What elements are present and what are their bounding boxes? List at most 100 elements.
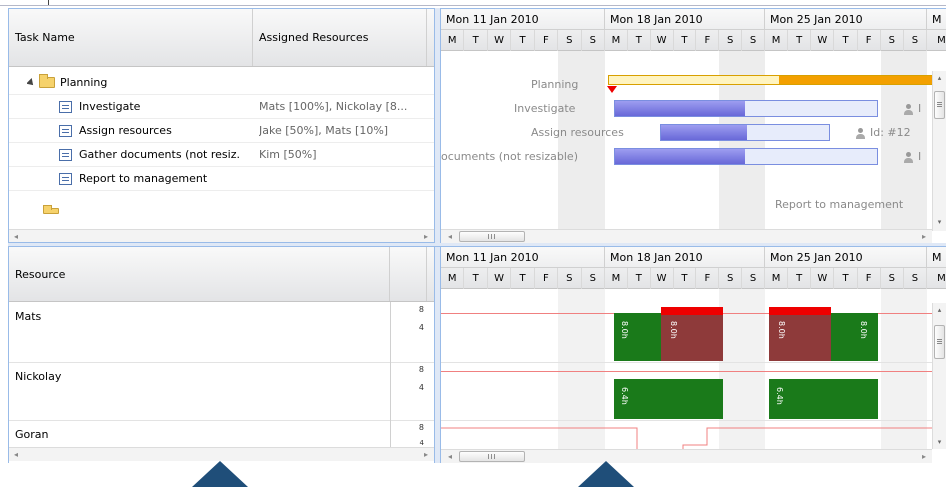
vertical-splitter[interactable] bbox=[434, 8, 441, 463]
investigate-resource-label: I bbox=[903, 102, 921, 115]
task-row-gather-documents[interactable]: Gather documents (not resiz. Kim [50%] bbox=[9, 143, 434, 167]
day-header: T bbox=[834, 268, 858, 289]
timeline-hscrollbar[interactable]: ◂ III ▸ bbox=[441, 229, 932, 243]
resource-name: Mats bbox=[15, 309, 42, 323]
day-header: T bbox=[674, 30, 697, 51]
histogram-vscrollbar[interactable]: ▴ ▾ bbox=[932, 303, 946, 449]
vscroll-thumb[interactable] bbox=[934, 91, 945, 119]
capacity-line bbox=[441, 371, 932, 372]
person-icon bbox=[855, 127, 866, 139]
scale-axis: 8 4 bbox=[418, 423, 424, 447]
resource-name: Goran bbox=[15, 427, 49, 441]
bottom-strip bbox=[0, 463, 946, 487]
pointer-arrow-icon bbox=[578, 461, 634, 487]
task-row-assign-resources[interactable]: Assign resources Jake [50%], Mats [10%] bbox=[9, 119, 434, 143]
vscroll-thumb[interactable] bbox=[934, 325, 945, 359]
day-header: S bbox=[582, 268, 605, 289]
day-header: S bbox=[904, 268, 927, 289]
resource-header-label: Resource bbox=[15, 267, 66, 281]
scroll-right-arrow-icon[interactable]: ▸ bbox=[917, 230, 931, 243]
task-row-investigate[interactable]: Investigate Mats [100%], Nickolay [8... bbox=[9, 95, 434, 119]
week-header: Mon 11 Jan 2010 bbox=[441, 247, 605, 268]
gantt-timeline: Mon 11 Jan 2010 Mon 18 Jan 2010 Mon 25 J… bbox=[441, 8, 946, 243]
scroll-up-arrow-icon[interactable]: ▴ bbox=[933, 71, 946, 85]
day-header: F bbox=[858, 268, 881, 289]
day-header: W bbox=[488, 268, 512, 289]
day-header: S bbox=[904, 30, 927, 51]
resource-grid-hscrollbar[interactable]: ◂ ▸ bbox=[9, 447, 434, 461]
folder-icon bbox=[43, 205, 59, 214]
week-header: Mon 11 Jan 2010 bbox=[441, 9, 605, 30]
day-header: M bbox=[441, 268, 465, 289]
column-header-resource[interactable]: Resource bbox=[9, 247, 390, 301]
histogram-bar-mats[interactable]: 8.0h bbox=[831, 313, 878, 361]
timeline-vscrollbar[interactable]: ▴ ▾ bbox=[932, 71, 946, 231]
scroll-left-arrow-icon[interactable]: ◂ bbox=[9, 448, 23, 461]
investigate-progress bbox=[615, 101, 745, 116]
scroll-left-arrow-icon[interactable]: ◂ bbox=[9, 230, 23, 242]
task-row-report[interactable]: Report to management bbox=[9, 167, 434, 191]
day-header: F bbox=[696, 30, 720, 51]
week-header: M bbox=[927, 9, 946, 30]
day-header: W bbox=[651, 268, 674, 289]
hscroll-thumb[interactable]: III bbox=[459, 451, 525, 462]
scale-axis: 8 4 bbox=[418, 305, 424, 332]
day-header: S bbox=[719, 30, 743, 51]
day-header: S bbox=[742, 268, 765, 289]
gather-resource-label: I bbox=[903, 150, 921, 163]
day-header: M bbox=[605, 30, 628, 51]
histogram-bar-nickolay[interactable]: 6.4h bbox=[614, 379, 723, 419]
task-resources: Jake [50%], Mats [10%] bbox=[259, 124, 389, 137]
task-icon bbox=[59, 172, 72, 185]
planning-summary-bar[interactable] bbox=[608, 75, 939, 85]
day-header: T bbox=[464, 268, 488, 289]
person-icon bbox=[903, 151, 914, 163]
task-row-planning[interactable]: Planning bbox=[9, 71, 434, 95]
scroll-right-arrow-icon[interactable]: ▸ bbox=[419, 448, 433, 461]
task-grid: Task Name Assigned Resources Planning In… bbox=[8, 8, 434, 243]
task-grid-header: Task Name Assigned Resources bbox=[9, 9, 434, 67]
day-header: S bbox=[881, 30, 904, 51]
scroll-down-arrow-icon[interactable]: ▾ bbox=[933, 435, 946, 449]
day-header: W bbox=[488, 30, 512, 51]
assign-resources-bar[interactable] bbox=[660, 124, 830, 141]
task-resources: Kim [50%] bbox=[259, 148, 317, 161]
task-icon bbox=[59, 148, 72, 161]
histogram-hscrollbar[interactable]: ◂ III ▸ bbox=[441, 449, 932, 463]
histogram-bar-nickolay[interactable]: 6.4h bbox=[769, 379, 878, 419]
gather-documents-bar[interactable] bbox=[614, 148, 878, 165]
investigate-bar[interactable] bbox=[614, 100, 878, 117]
column-header-assigned-resources[interactable]: Assigned Resources bbox=[253, 9, 427, 66]
scroll-right-arrow-icon[interactable]: ▸ bbox=[917, 450, 931, 463]
histogram-bar-mats-over[interactable]: 8.0h bbox=[661, 307, 723, 361]
task-name: Gather documents (not resiz. bbox=[79, 148, 240, 161]
histogram-bar-mats-over[interactable]: 8.0h bbox=[769, 307, 831, 361]
task-name: Assign resources bbox=[79, 124, 172, 137]
task-grid-hscrollbar[interactable]: ◂ ▸ bbox=[9, 229, 434, 242]
row-divider bbox=[441, 362, 932, 363]
day-header: S bbox=[719, 268, 743, 289]
resource-row-goran[interactable]: Goran 8 4 bbox=[9, 421, 434, 447]
week-header: M bbox=[927, 247, 946, 268]
scroll-left-arrow-icon[interactable]: ◂ bbox=[443, 450, 457, 463]
week-header: Mon 18 Jan 2010 bbox=[605, 247, 765, 268]
scroll-right-arrow-icon[interactable]: ▸ bbox=[419, 230, 433, 242]
assigned-resources-header-label: Assigned Resources bbox=[259, 31, 369, 44]
resource-row-nickolay[interactable]: Nickolay 8 4 bbox=[9, 363, 434, 421]
day-header: F bbox=[535, 30, 559, 51]
histogram-bar-mats[interactable]: 8.0h bbox=[614, 313, 661, 361]
day-header: T bbox=[628, 268, 651, 289]
resource-row-mats[interactable]: Mats 8 4 bbox=[9, 303, 434, 363]
collapse-triangle-icon[interactable] bbox=[27, 77, 36, 88]
day-header: F bbox=[535, 268, 559, 289]
hscroll-thumb[interactable]: III bbox=[459, 231, 525, 242]
gather-progress bbox=[615, 149, 745, 164]
assign-resource-label: Id: #12 bbox=[855, 126, 911, 139]
week-header: Mon 25 Jan 2010 bbox=[765, 247, 927, 268]
scroll-left-arrow-icon[interactable]: ◂ bbox=[443, 230, 457, 243]
resource-histogram: Mon 11 Jan 2010 Mon 18 Jan 2010 Mon 25 J… bbox=[441, 247, 946, 463]
scroll-down-arrow-icon[interactable]: ▾ bbox=[933, 215, 946, 229]
scroll-up-arrow-icon[interactable]: ▴ bbox=[933, 303, 946, 317]
task-resources: Mats [100%], Nickolay [8... bbox=[259, 100, 408, 113]
column-header-task-name[interactable]: Task Name bbox=[9, 9, 253, 66]
